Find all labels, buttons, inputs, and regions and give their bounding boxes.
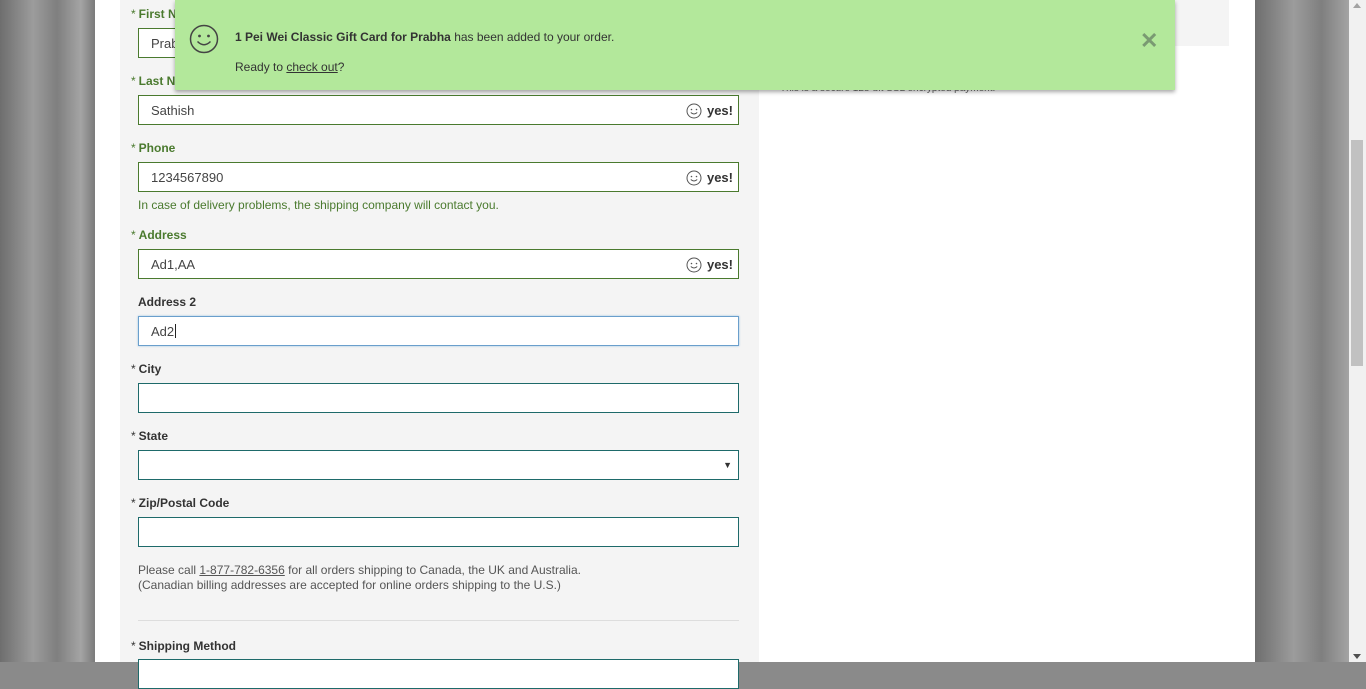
shipping-note-line1: Please call 1-877-782-6356 for all order… (138, 563, 581, 577)
scroll-down-arrow-icon[interactable] (1353, 654, 1361, 659)
background-left (0, 0, 95, 662)
added-to-order-notification: 1 Pei Wei Classic Gift Card for Prabha h… (175, 0, 1175, 90)
smile-icon (686, 254, 702, 283)
state-select[interactable]: ▼ (138, 450, 739, 480)
city-label: * City (131, 362, 162, 376)
address-input[interactable]: Ad1,AA yes! (138, 249, 739, 279)
text-cursor (175, 324, 177, 338)
state-label: * State (131, 429, 169, 443)
page-scrollbar[interactable] (1349, 0, 1366, 662)
address2-label: Address 2 (138, 295, 197, 309)
city-input[interactable] (138, 383, 739, 413)
notification-message: 1 Pei Wei Classic Gift Card for Prabha h… (235, 30, 615, 44)
last-name-label: * Last N (131, 74, 176, 88)
shipping-note-line2: (Canadian billing addresses are accepted… (138, 578, 561, 592)
checkout-page: This is a secure 128-bit SSL encrypted p… (95, 0, 1255, 689)
section-divider (138, 620, 739, 621)
valid-indicator: yes! (686, 163, 733, 196)
dropdown-arrow-icon: ▼ (723, 460, 732, 470)
smile-icon (686, 100, 702, 129)
address-label: * Address (131, 228, 187, 242)
shipping-method-select[interactable] (138, 659, 739, 689)
phone-label: * Phone (131, 141, 176, 155)
smile-icon (686, 167, 702, 196)
phone-hint: In case of delivery problems, the shippi… (138, 198, 499, 212)
phone-link[interactable]: 1-877-782-6356 (199, 563, 284, 577)
shipping-note: Please call 1-877-782-6356 for all order… (138, 563, 581, 593)
scroll-up-arrow-icon[interactable] (1353, 3, 1361, 8)
shipping-method-label: * Shipping Method (131, 639, 236, 653)
last-name-input[interactable]: Sathish yes! (138, 95, 739, 125)
valid-indicator: yes! (686, 96, 733, 129)
phone-input[interactable]: 1234567890 yes! (138, 162, 739, 192)
scrollbar-thumb[interactable] (1351, 140, 1363, 366)
check-out-link[interactable]: check out (286, 60, 337, 74)
valid-indicator: yes! (686, 250, 733, 283)
zip-input[interactable] (138, 517, 739, 547)
close-icon[interactable]: ✕ (1140, 30, 1158, 52)
first-name-label: * First N (131, 7, 177, 21)
smile-icon (189, 24, 219, 57)
zip-label: * Zip/Postal Code (131, 496, 230, 510)
address2-input[interactable]: Ad2 (138, 316, 739, 346)
notification-ready: Ready to check out? (235, 60, 345, 74)
